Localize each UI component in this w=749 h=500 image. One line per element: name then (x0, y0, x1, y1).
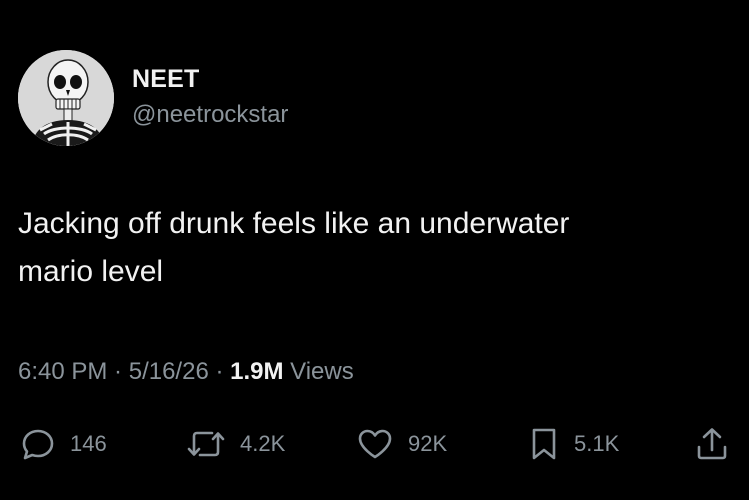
tweet-text-line: Jacking off drunk feels like an underwat… (18, 207, 570, 240)
bookmark-icon (532, 428, 556, 460)
meta-separator: · (208, 358, 231, 385)
like-count: 92K (408, 431, 448, 456)
share-icon (697, 428, 727, 460)
heart-icon (358, 429, 392, 459)
tweet-meta: 6:40 PM · 5/16/26 · 1.9M Views (18, 356, 354, 388)
meta-separator: · (107, 358, 129, 385)
repost-icon (187, 431, 225, 457)
skeleton-avatar-icon (18, 50, 114, 146)
reply-icon (22, 429, 54, 460)
tweet-text: Jacking off drunk feels like an underwat… (18, 200, 718, 296)
bookmark-count: 5.1K (574, 431, 620, 456)
author-block: NEET @neetrockstar (132, 64, 288, 130)
bookmark-button[interactable]: 5.1K (528, 426, 619, 462)
tweet-time[interactable]: 6:40 PM (18, 358, 107, 385)
repost-count: 4.2K (240, 431, 286, 456)
share-button[interactable] (694, 426, 730, 462)
views-label: Views (283, 358, 354, 385)
display-name[interactable]: NEET (132, 64, 288, 94)
reply-count: 146 (70, 431, 107, 456)
tweet-date[interactable]: 5/16/26 (129, 358, 209, 385)
views-count: 1.9M (230, 358, 284, 385)
tweet-text-line: mario level (18, 255, 164, 288)
avatar[interactable] (18, 50, 114, 146)
like-button[interactable]: 92K (356, 426, 447, 462)
reply-button[interactable]: 146 (20, 426, 107, 462)
repost-button[interactable]: 4.2K (186, 426, 285, 462)
user-handle[interactable]: @neetrockstar (132, 100, 288, 130)
action-bar: 146 4.2K 92K 5.1K (0, 420, 749, 468)
tweet-card: NEET @neetrockstar Jacking off drunk fee… (0, 0, 749, 500)
